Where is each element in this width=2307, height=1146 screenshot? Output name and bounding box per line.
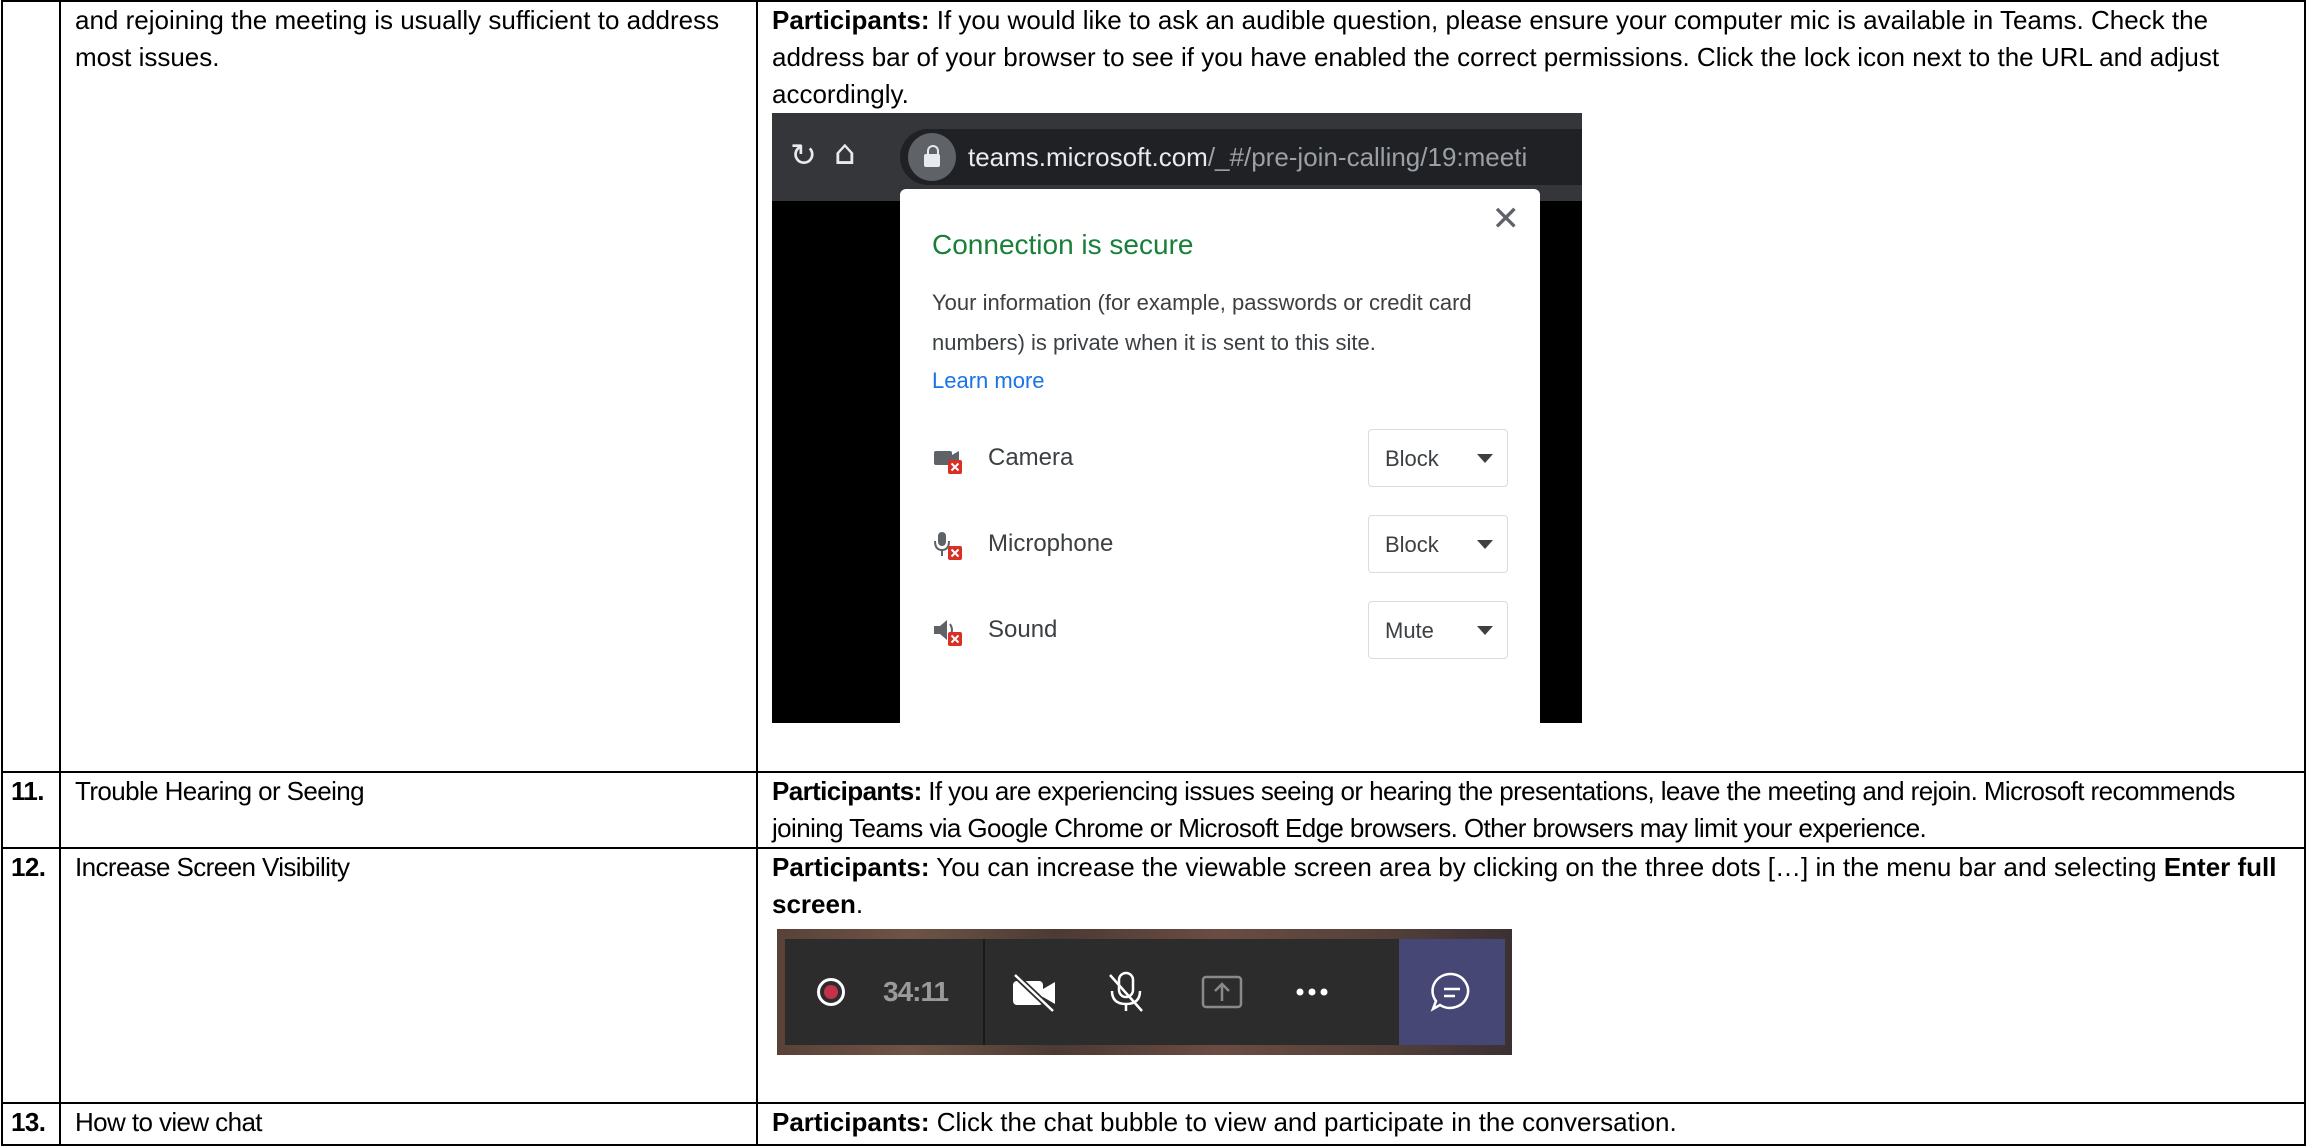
camera-off-icon[interactable]: [1009, 969, 1059, 1015]
site-info-popup: ✕ Connection is secure Your information …: [900, 189, 1540, 723]
teams-toolbar-screenshot: 34:11: [777, 929, 1512, 1055]
permission-label: Microphone: [988, 530, 1114, 557]
topic-text: Trouble Hearing or Seeing: [59, 771, 758, 849]
sound-permission-select[interactable]: Mute: [1368, 601, 1508, 659]
instruction-text: Click the chat bubble to view and partic…: [929, 1107, 1677, 1137]
home-icon[interactable]: ⌂: [834, 135, 856, 171]
participants-label: Participants:: [772, 5, 930, 35]
topic-text: Increase Screen Visibility: [59, 847, 758, 1104]
chat-button[interactable]: [1399, 939, 1505, 1045]
chevron-down-icon: [1477, 626, 1493, 635]
meeting-toolbar: 34:11: [785, 939, 1505, 1045]
meeting-timer: 34:11: [883, 976, 949, 1007]
chevron-down-icon: [1477, 454, 1493, 463]
instruction-text: You can increase the viewable screen are…: [929, 852, 2164, 882]
instructions-cell: Participants: If you are experiencing is…: [756, 771, 2306, 849]
chevron-down-icon: [1477, 540, 1493, 549]
select-value: Block: [1385, 446, 1439, 471]
instructions-cell: Participants: You can increase the viewa…: [756, 847, 2306, 1104]
topic-text: and rejoining the meeting is usually suf…: [75, 5, 720, 72]
permission-label: Camera: [988, 444, 1074, 471]
close-icon[interactable]: ✕: [1492, 199, 1521, 239]
instruction-text: If you would like to ask an audible ques…: [772, 5, 2220, 109]
row-number-cell: [1, 0, 61, 773]
url-host: teams.microsoft.com: [968, 142, 1208, 172]
table-row: and rejoining the meeting is usually suf…: [1, 0, 2306, 773]
url-path: /_#/pre-join-calling/19:meeti: [1207, 142, 1528, 172]
camera-blocked-icon: [934, 451, 962, 474]
learn-more-link[interactable]: Learn more: [932, 361, 1045, 401]
permission-row-camera: Camera Block: [932, 429, 1508, 489]
table-row: 11. Trouble Hearing or Seeing Participan…: [1, 771, 2306, 849]
microphone-permission-select[interactable]: Block: [1368, 515, 1508, 573]
camera-permission-select[interactable]: Block: [1368, 429, 1508, 487]
share-screen-icon[interactable]: [1197, 969, 1247, 1015]
permission-row-microphone: Microphone Block: [932, 515, 1508, 575]
instructions-table: and rejoining the meeting is usually suf…: [1, 0, 2306, 1146]
row-number: 12.: [1, 847, 61, 1104]
participants-label: Participants:: [772, 1107, 930, 1137]
toolbar-divider: [983, 939, 985, 1045]
reload-icon[interactable]: ↻: [790, 139, 817, 171]
row-number: 13.: [1, 1102, 61, 1146]
mic-off-icon[interactable]: [1101, 969, 1151, 1015]
sentence-period: .: [855, 889, 864, 919]
table-row: 13. How to view chat Participants: Click…: [1, 1102, 2306, 1146]
topic-text: How to view chat: [59, 1102, 758, 1146]
participants-label: Participants:: [772, 852, 930, 882]
select-value: Block: [1385, 532, 1439, 557]
chat-bubble-icon[interactable]: [1427, 969, 1477, 1015]
instructions-cell: Participants: Click the chat bubble to v…: [756, 1102, 2306, 1146]
connection-info-text: Your information (for example, passwords…: [932, 290, 1472, 355]
sound-muted-icon: [934, 620, 962, 646]
instructions-cell: Participants: If you would like to ask a…: [756, 0, 2306, 773]
permission-label: Sound: [988, 616, 1058, 643]
permission-row-sound: Sound Mute: [932, 601, 1508, 661]
browser-permissions-screenshot: ↻ ⌂ teams.microsoft.com/_#/pre-join-call…: [772, 113, 1582, 723]
row-number: 11.: [1, 771, 61, 849]
connection-status-title: Connection is secure: [932, 229, 1194, 260]
instruction-text: If you are experiencing issues seeing or…: [772, 776, 2235, 843]
participants-label: Participants:: [772, 776, 922, 806]
select-value: Mute: [1385, 618, 1434, 643]
instruction-paragraph: Participants: You can increase the viewa…: [772, 849, 2290, 923]
record-icon[interactable]: [817, 978, 845, 1006]
microphone-blocked-icon: [934, 532, 962, 560]
table-row: 12. Increase Screen Visibility Participa…: [1, 847, 2306, 1104]
lock-icon[interactable]: [908, 133, 956, 181]
topic-cell: and rejoining the meeting is usually suf…: [59, 0, 758, 773]
more-options-icon[interactable]: [1287, 969, 1337, 1015]
url-text[interactable]: teams.microsoft.com/_#/pre-join-calling/…: [968, 140, 1527, 174]
instruction-paragraph: Participants: If you would like to ask a…: [772, 2, 2290, 113]
